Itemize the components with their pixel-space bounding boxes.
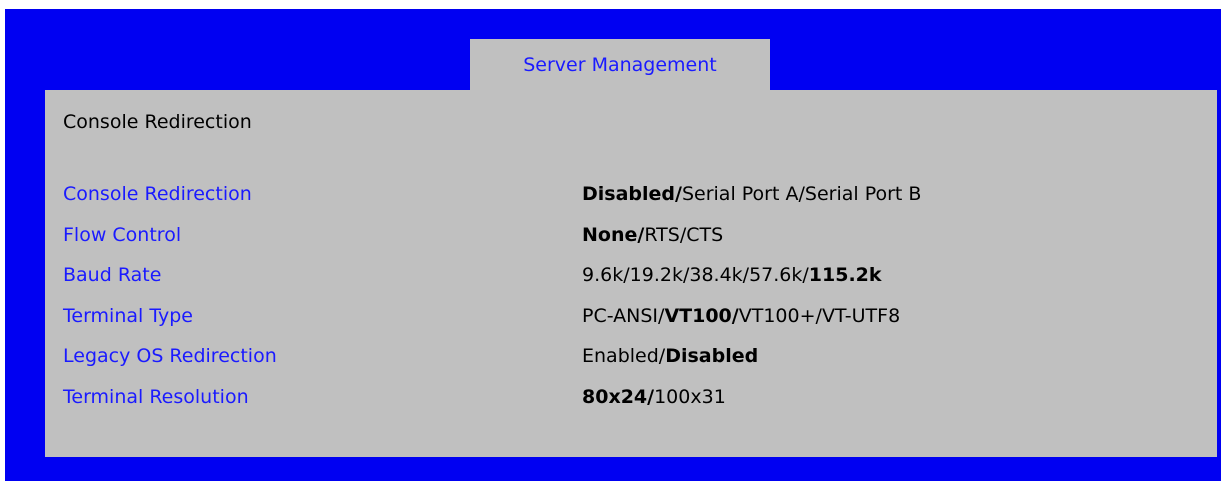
setting-row-baud-rate[interactable]: Baud Rate 9.6k/19.2k/38.4k/57.6k/115.2k — [45, 264, 1217, 294]
setting-label: Legacy OS Redirection — [63, 345, 277, 367]
settings-panel: Console Redirection Console Redirection … — [45, 90, 1217, 457]
section-title: Console Redirection — [63, 111, 252, 133]
option[interactable]: 9.6k — [582, 264, 623, 286]
bios-screen: Server Management Console Redirection Co… — [5, 9, 1221, 481]
option-separator: / — [731, 305, 739, 327]
tab-server-management[interactable]: Server Management — [470, 39, 770, 91]
setting-label: Flow Control — [63, 224, 182, 246]
setting-options[interactable]: Disabled/Serial Port A/Serial Port B — [582, 183, 921, 205]
setting-label: Terminal Type — [63, 305, 193, 327]
option[interactable]: Serial Port B — [805, 183, 922, 205]
setting-label: Console Redirection — [63, 183, 252, 205]
setting-options[interactable]: 80x24/100x31 — [582, 386, 726, 408]
setting-row-terminal-resolution[interactable]: Terminal Resolution 80x24/100x31 — [45, 386, 1217, 416]
setting-options[interactable]: Enabled/Disabled — [582, 345, 758, 367]
option[interactable]: 57.6k — [749, 264, 802, 286]
setting-row-terminal-type[interactable]: Terminal Type PC-ANSI/VT100/VT100+/VT-UT… — [45, 305, 1217, 335]
tab-label: Server Management — [523, 54, 717, 76]
option-selected[interactable]: VT100 — [664, 305, 731, 327]
option[interactable]: RTS/CTS — [644, 224, 723, 246]
option-separator: / — [675, 183, 682, 205]
option[interactable]: VT-UTF8 — [822, 305, 900, 327]
setting-row-legacy-os-redirection[interactable]: Legacy OS Redirection Enabled/Disabled — [45, 345, 1217, 375]
option-selected[interactable]: 115.2k — [809, 264, 882, 286]
option[interactable]: VT100+ — [739, 305, 816, 327]
option[interactable]: Serial Port A — [682, 183, 799, 205]
option[interactable]: PC-ANSI — [582, 305, 658, 327]
option-selected[interactable]: 80x24 — [582, 386, 647, 408]
setting-row-console-redirection[interactable]: Console Redirection Disabled/Serial Port… — [45, 183, 1217, 213]
option[interactable]: 100x31 — [654, 386, 726, 408]
option[interactable]: 19.2k — [630, 264, 683, 286]
option[interactable]: Enabled — [582, 345, 659, 367]
option-selected[interactable]: None — [582, 224, 637, 246]
option-selected[interactable]: Disabled — [665, 345, 758, 367]
setting-options[interactable]: PC-ANSI/VT100/VT100+/VT-UTF8 — [582, 305, 900, 327]
setting-label: Baud Rate — [63, 264, 162, 286]
setting-label: Terminal Resolution — [63, 386, 249, 408]
option[interactable]: 38.4k — [689, 264, 742, 286]
option-selected[interactable]: Disabled — [582, 183, 675, 205]
setting-row-flow-control[interactable]: Flow Control None/RTS/CTS — [45, 224, 1217, 254]
setting-options[interactable]: 9.6k/19.2k/38.4k/57.6k/115.2k — [582, 264, 882, 286]
setting-options[interactable]: None/RTS/CTS — [582, 224, 723, 246]
